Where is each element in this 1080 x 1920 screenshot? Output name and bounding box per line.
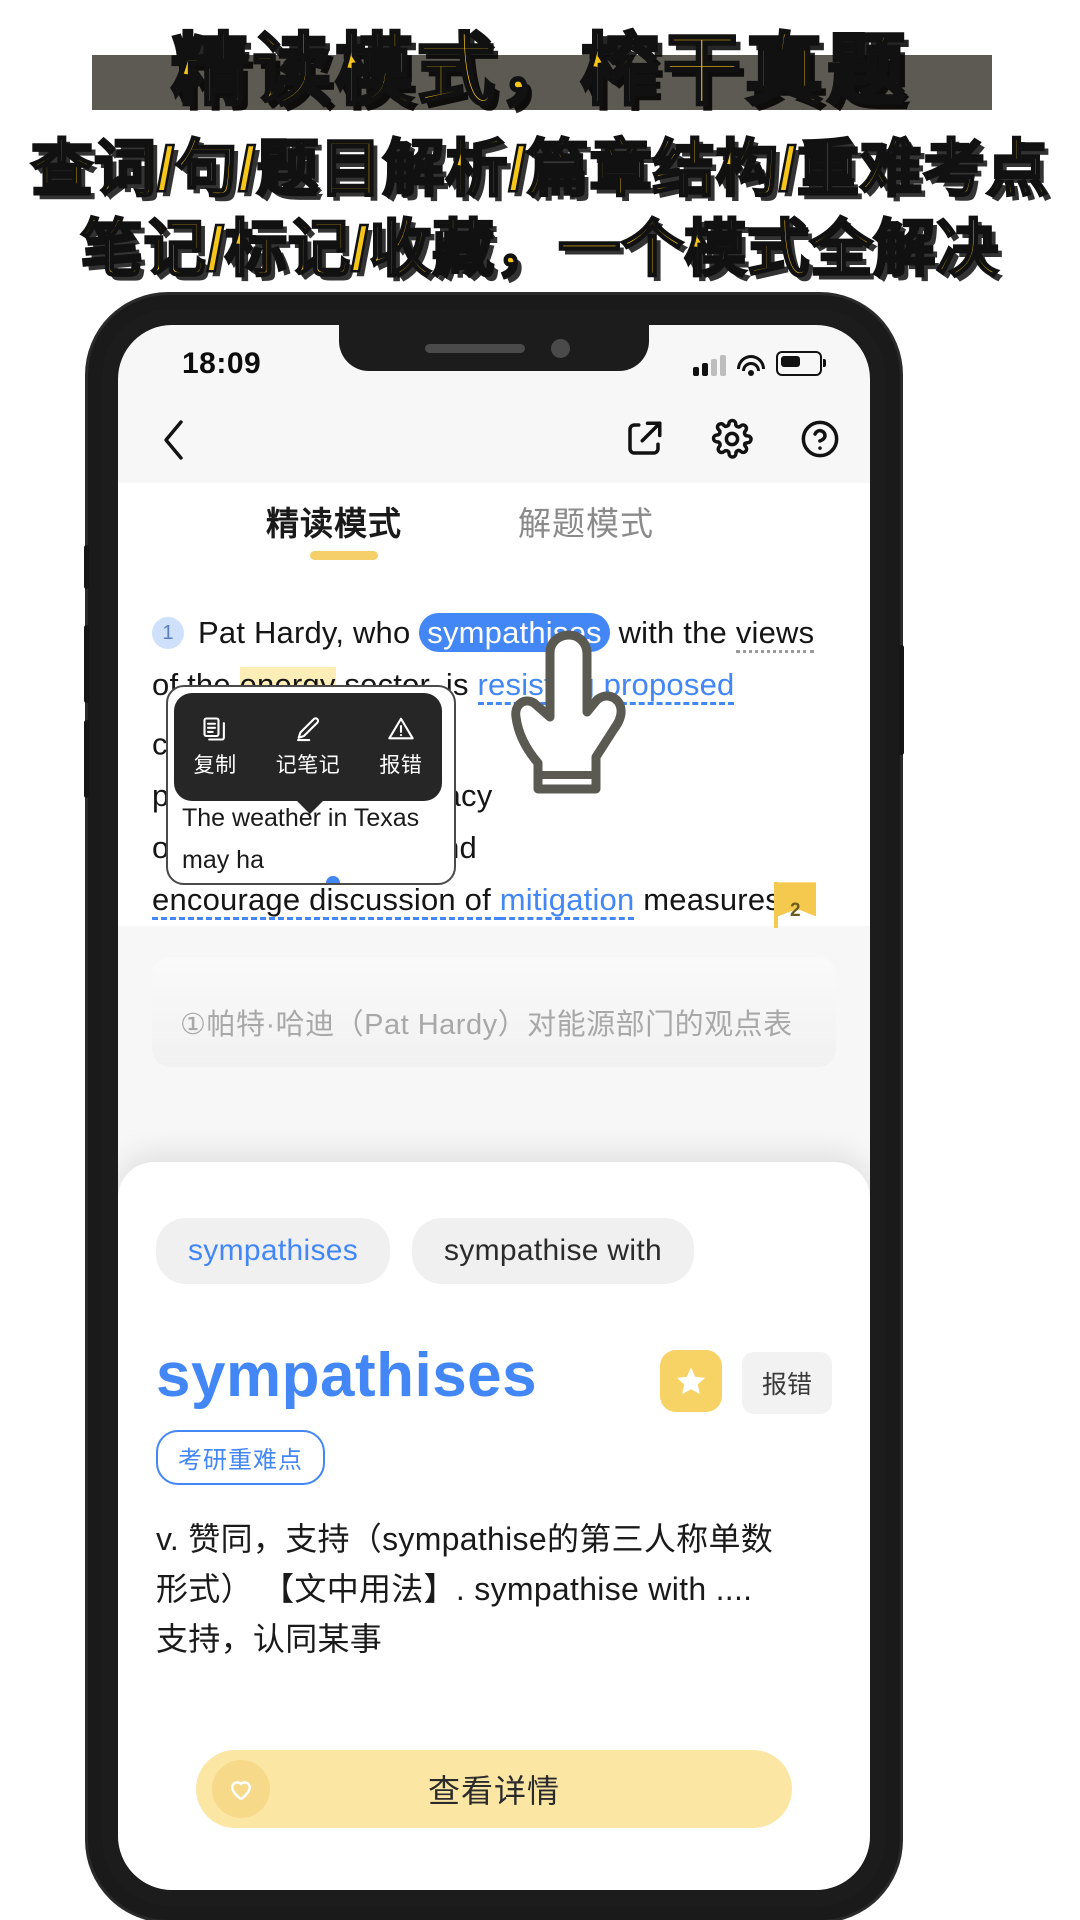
status-icons: [693, 351, 826, 376]
earpiece-speaker: [425, 344, 525, 353]
heart-badge-icon: [231, 1781, 251, 1801]
selection-line1: The weather in Texas may ha: [182, 804, 420, 874]
note-flag-marker[interactable]: 2: [772, 882, 818, 929]
context-menu-copy[interactable]: 复制: [194, 715, 237, 779]
selection-context-menu: 复制 记笔记 报错: [174, 693, 442, 814]
dictionary-headword: sympathises: [156, 1341, 538, 1410]
back-button[interactable]: [148, 415, 198, 465]
dictionary-sheet: sympathises sympathise with sympathises …: [118, 1162, 870, 1890]
chip-sympathises[interactable]: sympathises: [156, 1218, 391, 1284]
phone-mute-switch: [84, 545, 89, 589]
battery-icon: [776, 351, 826, 376]
page-root: 精读模式，榨干真题 查词/句/题目解析/篇章结构/重难考点 笔记/标记/收藏，一…: [0, 0, 1080, 1920]
phone-power-button: [899, 645, 904, 755]
star-icon: [676, 1367, 706, 1395]
phone-bezel: 18:09 精读模式 解题模式 1 Pat Hardy, who sympath…: [102, 309, 886, 1906]
promo-subtitle-line1: 查词/句/题目解析/篇章结构/重难考点: [30, 134, 1049, 206]
view-detail-button[interactable]: 查看详情: [196, 1750, 792, 1828]
promo-title: 精读模式，榨干真题: [169, 25, 909, 116]
navbar-actions: [620, 415, 844, 463]
phone-notch: [339, 325, 649, 371]
context-menu-note-label: 记笔记: [275, 754, 341, 777]
front-camera: [551, 339, 570, 358]
promo-subtitle-line2: 笔记/标记/收藏，一个模式全解决: [80, 214, 1000, 286]
context-menu-note[interactable]: 记笔记: [276, 715, 341, 779]
chevron-left-icon: [164, 420, 183, 460]
help-button[interactable]: [796, 415, 844, 463]
phone-volume-up-button: [84, 625, 89, 703]
dictionary-report-button[interactable]: 报错: [741, 1352, 832, 1414]
translation-block[interactable]: ①帕特·哈迪（Pat Hardy）对能源部门的观点表: [152, 957, 836, 1067]
settings-button[interactable]: [708, 415, 756, 463]
warning-triangle-icon: [388, 717, 414, 740]
pencil-icon: [297, 717, 320, 742]
phone-mockup: 18:09 精读模式 解题模式 1 Pat Hardy, who sympath…: [84, 295, 904, 1920]
phone-screen: 18:09 精读模式 解题模式 1 Pat Hardy, who sympath…: [118, 325, 870, 1890]
exam-tag-badge: 考研重难点: [156, 1430, 325, 1485]
app-navbar: [118, 397, 870, 483]
context-menu-report[interactable]: 报错: [379, 715, 422, 779]
article-word-views[interactable]: views: [735, 615, 815, 653]
share-icon: [628, 421, 662, 455]
gear-icon: [711, 418, 753, 459]
tab-intensive-reading[interactable]: 精读模式: [266, 497, 402, 545]
context-menu-copy-label: 复制: [193, 754, 237, 777]
article-text-a: Pat Hardy, who: [198, 615, 420, 650]
status-time: 18:09: [182, 347, 262, 380]
phone-volume-down-button: [84, 720, 89, 798]
article-text-l: measures.: [634, 882, 790, 918]
question-circle-icon: [801, 420, 839, 458]
share-button[interactable]: [620, 415, 668, 463]
tab-active-indicator: [310, 551, 378, 560]
chip-sympathise-with[interactable]: sympathise with: [412, 1218, 694, 1284]
detail-badge: [212, 1760, 270, 1818]
word-form-chips: sympathises sympathise with: [156, 1218, 694, 1284]
context-menu-report-label: 报错: [379, 754, 423, 777]
flag-number: 2: [790, 900, 801, 922]
article-text-k: encourage discussion of: [152, 882, 500, 921]
context-menu-pointer: [296, 800, 324, 814]
sentence-number-badge: 1: [152, 617, 184, 649]
dictionary-definition: v. 赞同，支持（sympathise的第三人称单数形式） 【文中用法】. sy…: [156, 1521, 774, 1657]
wifi-icon: [737, 355, 765, 376]
selection-handle-end[interactable]: [326, 876, 340, 883]
favorite-button[interactable]: [660, 1350, 722, 1412]
copy-icon: [203, 717, 225, 741]
signal-bars-icon: [693, 354, 726, 376]
view-detail-label: 查看详情: [427, 1773, 560, 1809]
promo-banner: 精读模式，榨干真题 查词/句/题目解析/篇章结构/重难考点 笔记/标记/收藏，一…: [0, 0, 1080, 300]
article-word-mitigation[interactable]: mitigation: [499, 882, 635, 921]
mode-tabs: 精读模式 解题模式: [118, 483, 870, 575]
hand-cursor-icon: [511, 630, 626, 794]
tab-problem-solving[interactable]: 解题模式: [518, 497, 654, 545]
flag-pole: [774, 882, 778, 929]
